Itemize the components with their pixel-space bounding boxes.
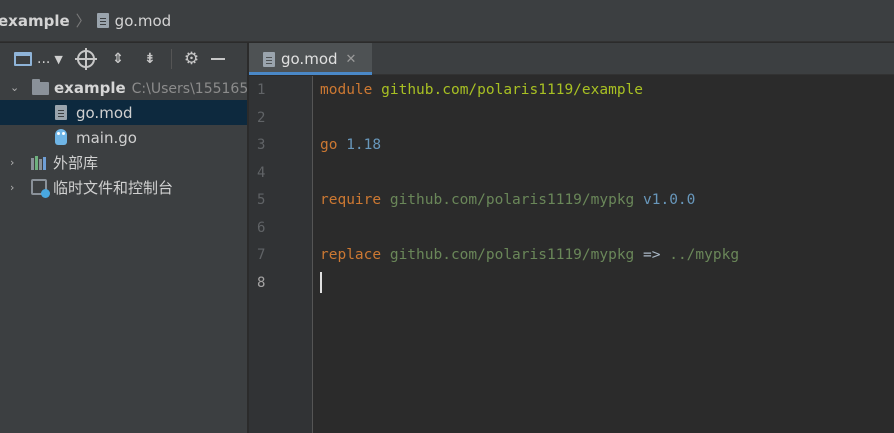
editor-tab-bar: go.mod ✕ — [249, 43, 894, 75]
tab-label: go.mod — [281, 50, 338, 68]
line-number: 2 — [257, 110, 266, 126]
scratch-console-icon — [31, 179, 50, 198]
code-line-1: module github.com/polaris1119/example — [320, 77, 643, 104]
chevron-down-icon[interactable]: ⌄ — [10, 81, 19, 94]
tree-item-label: 临时文件和控制台 — [53, 179, 174, 197]
line-number: 8 — [257, 275, 266, 291]
hide-panel-icon[interactable] — [211, 58, 226, 60]
text-caret — [320, 272, 322, 293]
project-name: example — [54, 78, 126, 97]
gopher-icon — [55, 129, 67, 145]
replace-arrow: => — [643, 247, 661, 263]
collapse-all-icon[interactable]: ⇟ — [141, 50, 159, 68]
toolbar-divider — [170, 49, 172, 69]
project-path: C:\Users\1551651 — [131, 80, 258, 97]
project-toolbar: ... ▼ ⇕ ⇟ ⚙ — [0, 43, 247, 75]
tree-item-label: main.go — [76, 128, 137, 147]
keyword-module: module — [320, 82, 373, 98]
chevron-right-icon: 〉 — [75, 12, 91, 30]
project-tree: ⌄ example C:\Users\1551651 go.mod main.go… — [0, 75, 257, 200]
code-line-3: go 1.18 — [320, 132, 381, 159]
breadcrumb-file[interactable]: go.mod — [96, 11, 172, 30]
tree-item-go-mod[interactable]: go.mod — [0, 100, 247, 125]
module-path: github.com/polaris1119/example — [381, 82, 644, 98]
tree-item-scratches[interactable]: › 临时文件和控制台 — [0, 175, 247, 200]
require-version: v1.0.0 — [643, 192, 696, 208]
project-view-icon[interactable] — [14, 52, 32, 66]
code-editor[interactable]: module github.com/polaris1119/example go… — [313, 76, 894, 433]
gear-icon[interactable]: ⚙ — [184, 49, 199, 69]
mod-file-icon — [96, 13, 109, 28]
locate-file-icon[interactable] — [74, 48, 97, 70]
breadcrumb-project[interactable]: example — [0, 12, 70, 30]
go-version: 1.18 — [346, 137, 382, 153]
tree-item-project[interactable]: ⌄ example C:\Users\1551651 — [0, 75, 257, 100]
replace-target: ../mypkg — [669, 247, 740, 263]
chevron-down-icon[interactable]: ▼ — [54, 53, 62, 66]
line-number: 3 — [257, 137, 266, 153]
view-selector-button[interactable]: ... — [37, 51, 50, 67]
close-icon[interactable]: ✕ — [346, 52, 357, 67]
line-number: 1 — [257, 82, 266, 98]
tab-go-mod[interactable]: go.mod ✕ — [249, 43, 372, 75]
breadcrumb: example 〉 go.mod — [0, 0, 894, 42]
project-panel: ... ▼ ⇕ ⇟ ⚙ ⌄ example C:\Users\1551651 go… — [0, 43, 257, 433]
mod-file-icon — [55, 105, 67, 120]
tree-item-label: 外部库 — [53, 154, 99, 172]
line-number: 7 — [257, 247, 266, 263]
line-number-gutter[interactable]: 1 2 3 4 5 6 7 8 — [249, 76, 313, 433]
keyword-replace: replace — [320, 247, 382, 263]
line-number: 5 — [257, 192, 266, 208]
library-icon — [31, 156, 49, 170]
folder-icon — [32, 79, 49, 95]
tree-item-label: go.mod — [76, 103, 133, 122]
line-number: 4 — [257, 165, 266, 181]
breadcrumb-file-label: go.mod — [114, 11, 172, 30]
keyword-go: go — [320, 137, 338, 153]
line-number: 6 — [257, 220, 266, 236]
require-path: github.com/polaris1119/mypkg — [389, 192, 635, 208]
mod-file-icon — [263, 51, 275, 67]
code-line-5: require github.com/polaris1119/mypkg v1.… — [320, 187, 695, 214]
chevron-right-icon[interactable]: › — [10, 181, 14, 194]
tree-item-main-go[interactable]: main.go — [0, 125, 247, 150]
tree-item-external-libraries[interactable]: › 外部库 — [0, 150, 247, 175]
expand-all-icon[interactable]: ⇕ — [109, 50, 127, 68]
replace-path: github.com/polaris1119/mypkg — [389, 247, 635, 263]
code-line-7: replace github.com/polaris1119/mypkg => … — [320, 242, 739, 269]
keyword-require: require — [320, 192, 382, 208]
chevron-right-icon[interactable]: › — [10, 156, 14, 169]
